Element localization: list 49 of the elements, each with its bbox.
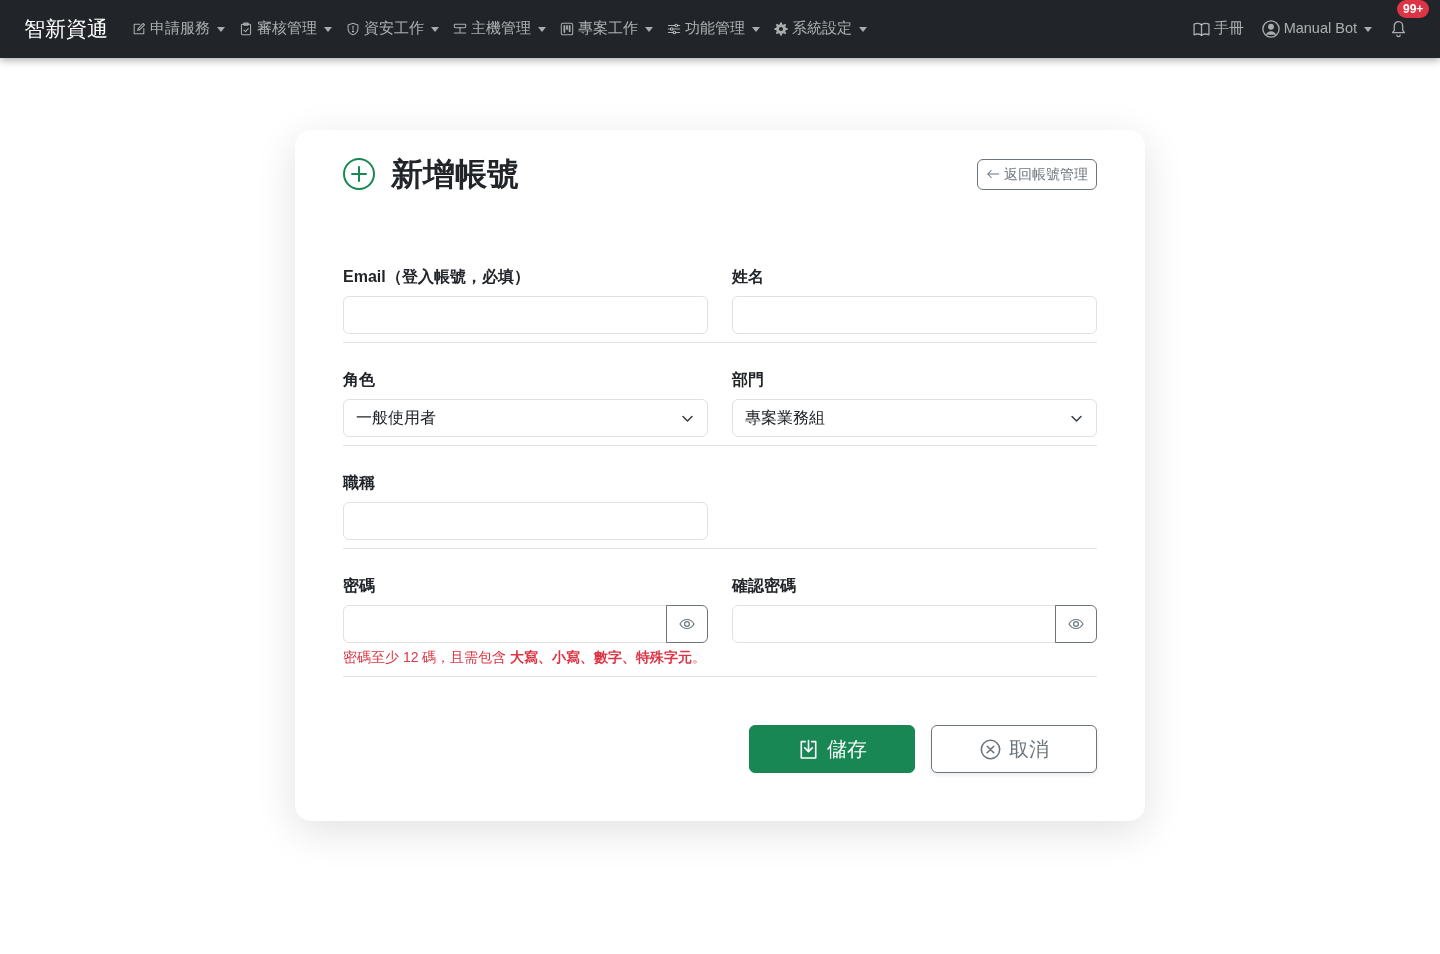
dropdown-select[interactable]: 一般使用者: [343, 399, 708, 437]
box-arrow-down-icon: [797, 738, 819, 760]
user-menu-link[interactable]: Manual Bot: [1254, 10, 1379, 48]
password-hint: 密碼至少 12 碼，且需包含 大寫、小寫、數字、特殊字元。: [343, 648, 708, 667]
network-icon: [453, 22, 467, 36]
kanban-icon: [560, 22, 574, 36]
save-button[interactable]: 儲存: [749, 725, 915, 773]
text-input-field[interactable]: [343, 296, 708, 334]
dropdown-select[interactable]: 專案業務組: [732, 399, 1097, 437]
manual-link[interactable]: 手冊: [1185, 10, 1251, 48]
notification-count-badge: 99+: [1397, 0, 1430, 18]
password-input-field[interactable]: [343, 605, 667, 643]
field-label: 職稱: [343, 473, 376, 493]
text-input-field[interactable]: [343, 502, 708, 540]
nav-menu-link[interactable]: 申請服務: [125, 10, 232, 48]
field-label: Email（登入帳號，必填）: [343, 267, 531, 287]
eye-icon: [679, 616, 695, 632]
nav-menu-link[interactable]: 專案工作: [553, 10, 660, 48]
text-input-field[interactable]: [732, 296, 1097, 334]
eye-icon: [1068, 616, 1084, 632]
field-label: 部門: [732, 370, 765, 390]
nav-menu-link[interactable]: 審核管理: [232, 10, 339, 48]
nav-menu-link[interactable]: 主機管理: [446, 10, 553, 48]
field-label: 密碼: [343, 576, 376, 596]
nav-menu-link[interactable]: 功能管理: [660, 10, 767, 48]
pencil-square-icon: [132, 22, 146, 36]
clipboard-check-icon: [239, 22, 253, 36]
arrow-left-icon: [986, 167, 1000, 181]
sliders-icon: [667, 22, 681, 36]
nav-menu-link[interactable]: 資安工作: [339, 10, 446, 48]
field-label: 姓名: [732, 267, 765, 287]
field-label: 確認密碼: [732, 576, 797, 596]
back-button[interactable]: 返回帳號管理: [977, 158, 1097, 190]
gear-icon: [774, 22, 788, 36]
plus-circle-icon: [343, 158, 375, 190]
x-circle-icon: [979, 738, 1001, 760]
book-icon: [1192, 20, 1210, 38]
shield-icon: [346, 22, 360, 36]
show-password-button[interactable]: [666, 605, 708, 643]
bell-icon: [1390, 20, 1407, 38]
user-avatar-icon: [1261, 20, 1280, 38]
password-input-field[interactable]: [732, 605, 1056, 643]
nav-menu-link[interactable]: 系統設定: [767, 10, 874, 48]
field-label: 角色: [343, 370, 376, 390]
brand-name[interactable]: 智新資通: [24, 13, 108, 45]
page-title: 新增帳號: [391, 155, 519, 194]
notifications-button[interactable]: [1390, 20, 1407, 38]
show-password-button[interactable]: [1055, 605, 1097, 643]
cancel-button[interactable]: 取消: [931, 725, 1097, 773]
